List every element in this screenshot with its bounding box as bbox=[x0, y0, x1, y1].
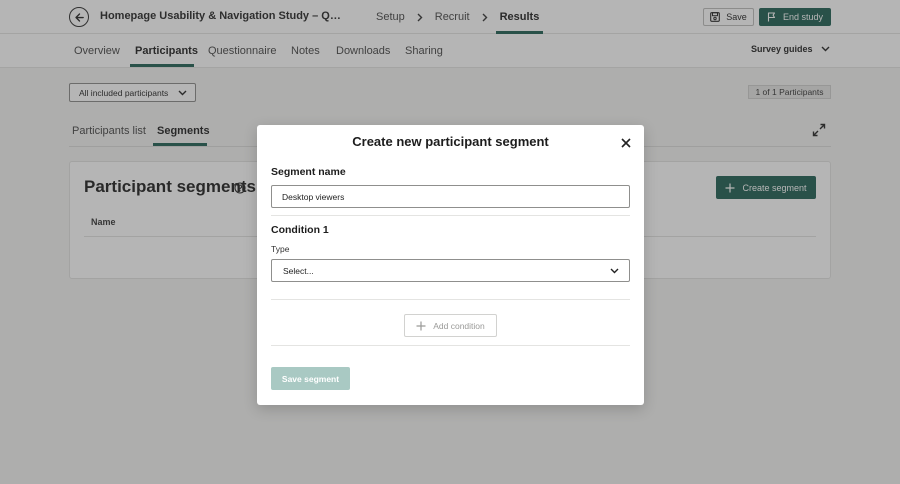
modal-title: Create new participant segment bbox=[352, 134, 549, 149]
type-label: Type bbox=[271, 244, 290, 254]
segment-name-input[interactable]: Desktop viewers bbox=[271, 185, 630, 208]
close-icon[interactable] bbox=[620, 136, 632, 148]
divider bbox=[271, 299, 630, 300]
condition-type-select[interactable]: Select... bbox=[271, 259, 630, 282]
condition-label: Condition 1 bbox=[271, 224, 329, 236]
save-segment-button[interactable]: Save segment bbox=[271, 367, 350, 390]
segment-name-label: Segment name bbox=[271, 166, 346, 178]
plus-icon bbox=[416, 321, 426, 330]
divider bbox=[271, 345, 630, 346]
add-condition-label: Add condition bbox=[433, 320, 485, 331]
condition-type-value: Select... bbox=[283, 265, 314, 276]
add-condition-button[interactable]: Add condition bbox=[404, 314, 497, 337]
create-segment-modal: Create new participant segment Segment n… bbox=[257, 125, 644, 405]
divider bbox=[271, 215, 630, 216]
chevron-down-icon bbox=[610, 268, 619, 273]
